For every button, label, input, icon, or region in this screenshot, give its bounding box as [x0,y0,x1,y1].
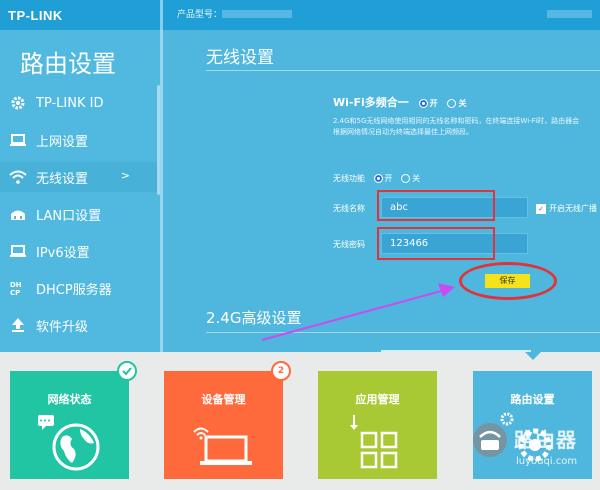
tile-label: 设备管理 [201,393,246,406]
tile-label: 路由设置 [510,393,555,406]
laptop-wifi-icon [193,427,252,465]
apps-grid-icon [350,415,398,469]
tile-app-management[interactable]: 应用管理 [318,371,437,479]
tile-label: 网络状态 [47,393,92,406]
active-section-pointer [525,352,541,360]
bottom-nav: 网络状态 2 设备管理 应用管理 路由设置 [0,352,600,490]
tile-network-status[interactable]: 网络状态 [10,361,137,479]
check-badge-icon [117,361,137,381]
watermark-logo [473,423,507,457]
watermark-text: 路由器 [514,428,577,452]
tile-device-management[interactable]: 2 设备管理 [164,361,291,479]
tile-label: 应用管理 [355,393,400,406]
watermark-url: luyouqi.com [516,456,578,467]
device-count-badge: 2 [271,361,291,381]
globe-icon [38,415,100,471]
